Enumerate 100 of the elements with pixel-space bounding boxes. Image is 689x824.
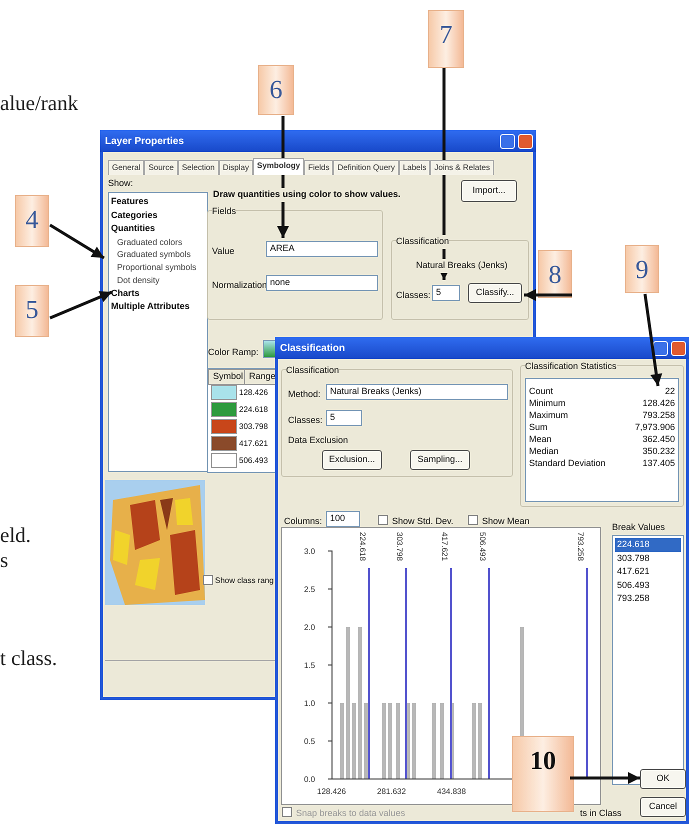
field-label: Method: [288, 388, 321, 401]
window-title: Classification [280, 342, 346, 356]
break-value[interactable]: 506.493 [615, 578, 681, 592]
document-text: t class. [0, 645, 58, 672]
tab[interactable]: Fields [304, 160, 334, 175]
statistic-label: Standard Deviation [529, 457, 606, 470]
tick-label: 2.0 [304, 623, 316, 632]
help-button[interactable] [653, 340, 668, 356]
arrow [49, 290, 113, 320]
group-title: Break Values [612, 521, 665, 534]
tree-item[interactable]: Proportional symbols [117, 261, 196, 274]
close-button[interactable] [518, 134, 533, 148]
tick-label: 281.632 [377, 787, 406, 796]
columns-spinner[interactable]: 100 [326, 511, 360, 527]
section-heading: Draw quantities using color to show values. [213, 188, 401, 202]
dialog-button[interactable]: Exclusion... [322, 450, 382, 470]
field-label: Columns: [284, 515, 322, 528]
arrow [49, 224, 105, 260]
break-label: 417.621 [440, 532, 449, 561]
show-label: Show: [108, 177, 134, 190]
checkbox-label: Show class rang [215, 575, 274, 587]
tree-item[interactable]: Categories [111, 208, 158, 222]
tab[interactable]: Labels [398, 160, 430, 175]
tree-item[interactable]: Graduated colors [117, 236, 182, 248]
field-label: ts in Class [580, 807, 622, 820]
classes-dropdown[interactable]: 5 [326, 410, 362, 426]
statistic-label: Mean [529, 433, 552, 446]
callout-label: 8 [538, 250, 572, 298]
import-button[interactable]: Import... [461, 180, 517, 202]
field-label: Classes: [396, 289, 431, 302]
checkbox-label: Snap breaks to data values [296, 807, 406, 820]
classes-dropdown[interactable]: 5 [432, 285, 460, 301]
document-text: eld. [0, 522, 31, 549]
tab[interactable]: Source [144, 160, 178, 175]
statistic-value: 22 [664, 385, 675, 398]
tick-label: 3.0 [304, 547, 316, 556]
ok-button[interactable]: OK [640, 769, 686, 789]
statistic-value: 7,973.906 [634, 421, 675, 434]
dialog-button[interactable]: Sampling... [410, 450, 470, 470]
statistic-label: Maximum [529, 409, 568, 422]
tab[interactable]: General [108, 160, 144, 175]
method-text: Natural Breaks (Jenks) [416, 259, 508, 272]
checkbox[interactable] [282, 807, 292, 817]
tab[interactable]: Definition Query [333, 160, 399, 175]
range-value: 506.493 [239, 455, 268, 467]
range-value: 417.621 [239, 438, 268, 450]
arrow [524, 289, 572, 301]
method-dropdown[interactable]: Natural Breaks (Jenks) [326, 384, 508, 400]
cancel-button[interactable]: Cancel [640, 797, 686, 817]
break-value[interactable]: 303.798 [615, 552, 681, 565]
tab[interactable]: Display [218, 160, 253, 175]
tick-label: 1.5 [304, 661, 316, 670]
close-button[interactable] [671, 340, 686, 356]
range-value: 303.798 [239, 421, 268, 433]
checkbox[interactable] [203, 575, 213, 585]
break-label: 793.258 [576, 532, 585, 561]
value-dropdown[interactable]: AREA [266, 241, 378, 257]
checkbox-label: Show Std. Dev. [392, 515, 454, 528]
tree-item[interactable]: Quantities [111, 222, 156, 236]
tree-item[interactable]: Charts [111, 286, 140, 300]
arrow [570, 772, 640, 784]
statistic-label: Minimum [529, 397, 566, 410]
break-value[interactable]: 417.621 [615, 565, 681, 578]
group-title: Data Exclusion [288, 434, 348, 447]
statistic-value: 350.232 [642, 445, 675, 458]
checkbox[interactable] [468, 515, 478, 525]
field-label: Value [212, 245, 234, 258]
break-label: 224.618 [358, 532, 367, 561]
statistic-value: 137.405 [642, 457, 675, 470]
classify-button[interactable]: Classify... [468, 283, 522, 303]
tab[interactable]: Symbology [252, 158, 304, 175]
tick-label: 0.0 [304, 775, 316, 784]
normalization-dropdown[interactable]: none [266, 275, 378, 291]
break-label: 303.798 [395, 532, 404, 561]
tree-item[interactable]: Multiple Attributes [111, 300, 190, 314]
checkbox-label: Show Mean [482, 515, 530, 528]
callout-label: 7 [428, 10, 464, 68]
checkbox[interactable] [378, 515, 388, 525]
field-label: Classes: [288, 414, 323, 427]
range-value: 224.618 [239, 404, 268, 416]
statistic-label: Sum [529, 421, 548, 434]
tree-item[interactable]: Features [111, 195, 149, 208]
break-value[interactable]: 793.258 [615, 592, 681, 606]
statistic-label: Median [529, 445, 559, 458]
tab[interactable]: Selection [178, 160, 219, 175]
statistic-label: Count [529, 385, 554, 398]
callout-label: 4 [15, 195, 49, 247]
break-value[interactable]: 224.618 [615, 538, 681, 552]
document-text: alue/rank [0, 90, 78, 117]
document-text: s [0, 547, 8, 574]
tick-label: 128.426 [317, 787, 346, 796]
callout-label: 5 [15, 285, 49, 337]
field-label: Normalization [212, 279, 268, 292]
tab[interactable]: Joins & Relates [430, 160, 494, 175]
tree-item[interactable]: Dot density [117, 274, 160, 286]
statistic-value: 128.426 [642, 397, 675, 410]
callout-label: 9 [625, 245, 659, 293]
tick-label: 2.5 [304, 585, 316, 594]
tree-item[interactable]: Graduated symbols [117, 248, 191, 261]
tick-label: 434.838 [437, 787, 466, 796]
